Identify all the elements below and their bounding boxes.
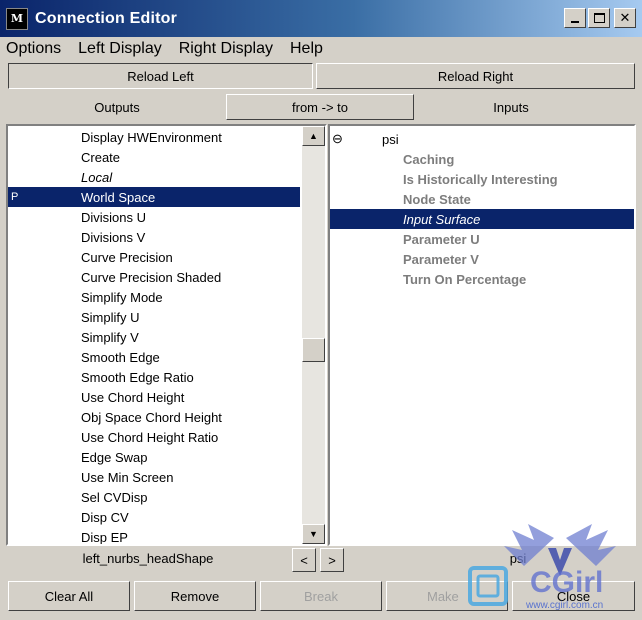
- left-list-item-label: Use Min Screen: [81, 469, 174, 485]
- arrow-down-icon: ▼: [309, 528, 318, 539]
- menu-right-display[interactable]: Right Display: [173, 40, 279, 58]
- right-list-item[interactable]: Turn On Percentage: [330, 269, 634, 289]
- maximize-button[interactable]: [588, 8, 610, 28]
- outputs-label: Outputs: [94, 99, 140, 115]
- left-list-item[interactable]: Divisions V: [8, 227, 300, 247]
- right-list-item[interactable]: Parameter V: [330, 249, 634, 269]
- scrollbar-thumb[interactable]: [302, 338, 325, 362]
- minimize-button[interactable]: [564, 8, 586, 28]
- right-node-name: psi: [509, 550, 527, 566]
- left-list-item-label: Simplify U: [81, 309, 140, 325]
- right-list-item-label: Parameter V: [403, 251, 479, 267]
- left-node-name: left_nurbs_headShape: [82, 550, 214, 566]
- right-list-item[interactable]: Is Historically Interesting: [330, 169, 634, 189]
- left-list-item-label: Create: [81, 149, 121, 165]
- window-title: Connection Editor: [35, 9, 178, 27]
- right-list-item[interactable]: Caching: [330, 149, 634, 169]
- left-list-item-label: Obj Space Chord Height: [81, 409, 222, 425]
- left-list-item-label: Use Chord Height Ratio: [81, 429, 219, 445]
- left-list-item[interactable]: Local: [8, 167, 300, 187]
- minimize-icon: [571, 21, 579, 23]
- collapse-icon[interactable]: ⊖: [332, 131, 343, 147]
- left-list-item[interactable]: P World Space: [8, 187, 300, 207]
- scroll-down-button[interactable]: ▼: [302, 524, 325, 544]
- left-list-item[interactable]: Display HWEnvironment: [8, 127, 300, 147]
- scroll-up-button[interactable]: ▲: [302, 126, 325, 146]
- right-list-item-label: Input Surface: [403, 211, 481, 227]
- inputs-label: Inputs: [493, 99, 529, 115]
- clear-all-button[interactable]: Clear All: [8, 581, 130, 611]
- left-list-item[interactable]: Curve Precision Shaded: [8, 267, 300, 287]
- close-icon: ✕: [619, 10, 631, 26]
- left-list-item-label: World Space: [81, 189, 156, 205]
- break-button[interactable]: Break: [260, 581, 382, 611]
- left-list-item-label: Simplify V: [81, 329, 139, 345]
- left-list-item-label: Smooth Edge Ratio: [81, 369, 194, 385]
- left-list-item-label: Curve Precision: [81, 249, 173, 265]
- left-list-item-label: Local: [81, 169, 113, 185]
- maximize-icon: [593, 13, 605, 23]
- left-list-item[interactable]: Sel CVDisp: [8, 487, 300, 507]
- plug-marker-icon: P: [11, 191, 19, 203]
- maya-app-icon: M: [6, 7, 28, 30]
- right-list-item-label: Is Historically Interesting: [403, 171, 558, 187]
- close-window-button[interactable]: ✕: [614, 8, 636, 28]
- prev-node-button[interactable]: <: [292, 548, 316, 572]
- reload-right-button[interactable]: Reload Right: [316, 63, 635, 89]
- right-list-item[interactable]: Parameter U: [330, 229, 634, 249]
- chevron-right-icon: >: [328, 552, 336, 568]
- left-list-item-label: Divisions U: [81, 209, 147, 225]
- root-node-label: psi: [382, 131, 399, 147]
- right-list-item-label: Caching: [403, 151, 455, 167]
- remove-button[interactable]: Remove: [134, 581, 256, 611]
- next-node-button[interactable]: >: [320, 548, 344, 572]
- arrow-up-icon: ▲: [309, 130, 318, 141]
- right-list-item[interactable]: Node State: [330, 189, 634, 209]
- right-inputs-list[interactable]: ⊖ psi Caching Is Historically Interesting…: [328, 124, 636, 546]
- left-list-item-label: Smooth Edge: [81, 349, 160, 365]
- close-button[interactable]: Close: [512, 581, 635, 611]
- menu-bar: Options Left Display Right Display Help: [0, 37, 642, 60]
- tree-root-row[interactable]: ⊖ psi: [330, 129, 634, 149]
- left-list-item[interactable]: Simplify Mode: [8, 287, 300, 307]
- left-outputs-list[interactable]: Display HWEnvironment Create Local P World S…: [6, 124, 327, 546]
- left-list-item-label: Simplify Mode: [81, 289, 163, 305]
- left-list-item[interactable]: Simplify U: [8, 307, 300, 327]
- left-list-item-label: Disp EP: [81, 529, 128, 545]
- left-list-item[interactable]: Obj Space Chord Height: [8, 407, 300, 427]
- chevron-left-icon: <: [300, 552, 308, 568]
- left-list-item[interactable]: Divisions U: [8, 207, 300, 227]
- menu-left-display[interactable]: Left Display: [72, 40, 168, 58]
- left-list-item[interactable]: Disp CV: [8, 507, 300, 527]
- right-list-item-label: Turn On Percentage: [403, 271, 527, 287]
- left-list-item[interactable]: Simplify V: [8, 327, 300, 347]
- left-list-item[interactable]: Disp EP: [8, 527, 300, 545]
- left-list-item[interactable]: Create: [8, 147, 300, 167]
- title-bar[interactable]: M Connection Editor ✕: [0, 0, 642, 37]
- reload-left-button[interactable]: Reload Left: [8, 63, 313, 89]
- menu-options[interactable]: Options: [0, 40, 67, 58]
- left-list-item[interactable]: Use Chord Height: [8, 387, 300, 407]
- left-list-item[interactable]: Edge Swap: [8, 447, 300, 467]
- from-to-button[interactable]: from -> to: [226, 94, 414, 120]
- left-list-item-label: Use Chord Height: [81, 389, 185, 405]
- left-list-item[interactable]: Curve Precision: [8, 247, 300, 267]
- left-list-item[interactable]: Smooth Edge: [8, 347, 300, 367]
- left-list-item[interactable]: Use Chord Height Ratio: [8, 427, 300, 447]
- left-scrollbar[interactable]: ▲ ▼: [302, 126, 325, 544]
- left-list-item-label: Divisions V: [81, 229, 146, 245]
- menu-help[interactable]: Help: [284, 40, 329, 58]
- left-list-item-label: Curve Precision Shaded: [81, 269, 222, 285]
- left-list-item-label: Sel CVDisp: [81, 489, 148, 505]
- right-list-item-label: Node State: [403, 191, 471, 207]
- left-list-item-label: Disp CV: [81, 509, 129, 525]
- right-list-item[interactable]: Input Surface: [330, 209, 634, 229]
- make-button[interactable]: Make: [386, 581, 508, 611]
- left-list-item[interactable]: Use Min Screen: [8, 467, 300, 487]
- right-list-item-label: Parameter U: [403, 231, 480, 247]
- left-list-item-label: Display HWEnvironment: [81, 129, 222, 145]
- left-list-item[interactable]: Smooth Edge Ratio: [8, 367, 300, 387]
- left-list-item-label: Edge Swap: [81, 449, 148, 465]
